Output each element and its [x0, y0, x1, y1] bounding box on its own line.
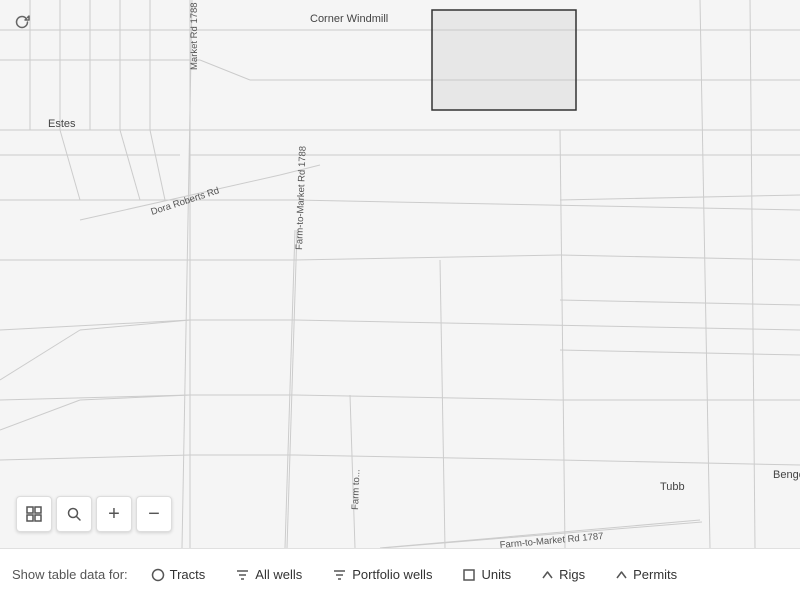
map-zoom-out-button[interactable]: −: [136, 496, 172, 532]
tab-rigs-label: Rigs: [559, 567, 585, 582]
tab-all-wells-label: All wells: [255, 567, 302, 582]
tab-portfolio-wells[interactable]: Portfolio wells: [317, 560, 447, 589]
tab-tracts[interactable]: Tracts: [136, 560, 221, 589]
map-zoom-in-button[interactable]: +: [96, 496, 132, 532]
show-label: Show table data for:: [12, 567, 128, 582]
map-refresh-button[interactable]: [10, 10, 34, 34]
bottom-bar: Show table data for: Tracts All wells Po…: [0, 548, 800, 600]
tab-portfolio-wells-label: Portfolio wells: [352, 567, 432, 582]
chevron-up-rigs-icon: [541, 569, 554, 581]
tab-permits-label: Permits: [633, 567, 677, 582]
tab-units-label: Units: [481, 567, 511, 582]
land-parcel: [432, 10, 576, 110]
square-icon: [462, 568, 476, 582]
road-label-market-1788: Market Rd 1788: [189, 2, 200, 70]
chevron-up-permits-icon: [615, 569, 628, 581]
map-svg: Corner Windmill Estes Tubb Bengel Market…: [0, 0, 800, 548]
tab-all-wells[interactable]: All wells: [220, 560, 317, 589]
place-bengel: Bengel: [773, 469, 800, 481]
tab-tracts-label: Tracts: [170, 567, 206, 582]
tab-rigs[interactable]: Rigs: [526, 560, 600, 589]
map-search-button[interactable]: [56, 496, 92, 532]
map-layers-button[interactable]: [16, 496, 52, 532]
map-container: Corner Windmill Estes Tubb Bengel Market…: [0, 0, 800, 548]
road-label-farm-to: Farm to...: [350, 469, 362, 510]
filter-icon: [235, 568, 250, 582]
tab-permits[interactable]: Permits: [600, 560, 692, 589]
portfolio-filter-icon: [332, 568, 347, 582]
circle-icon: [151, 568, 165, 582]
tab-units[interactable]: Units: [447, 560, 526, 589]
place-estes: Estes: [48, 118, 76, 130]
place-corner-windmill: Corner Windmill: [310, 13, 388, 25]
map-controls: + −: [16, 496, 172, 532]
place-tubb: Tubb: [660, 481, 685, 493]
